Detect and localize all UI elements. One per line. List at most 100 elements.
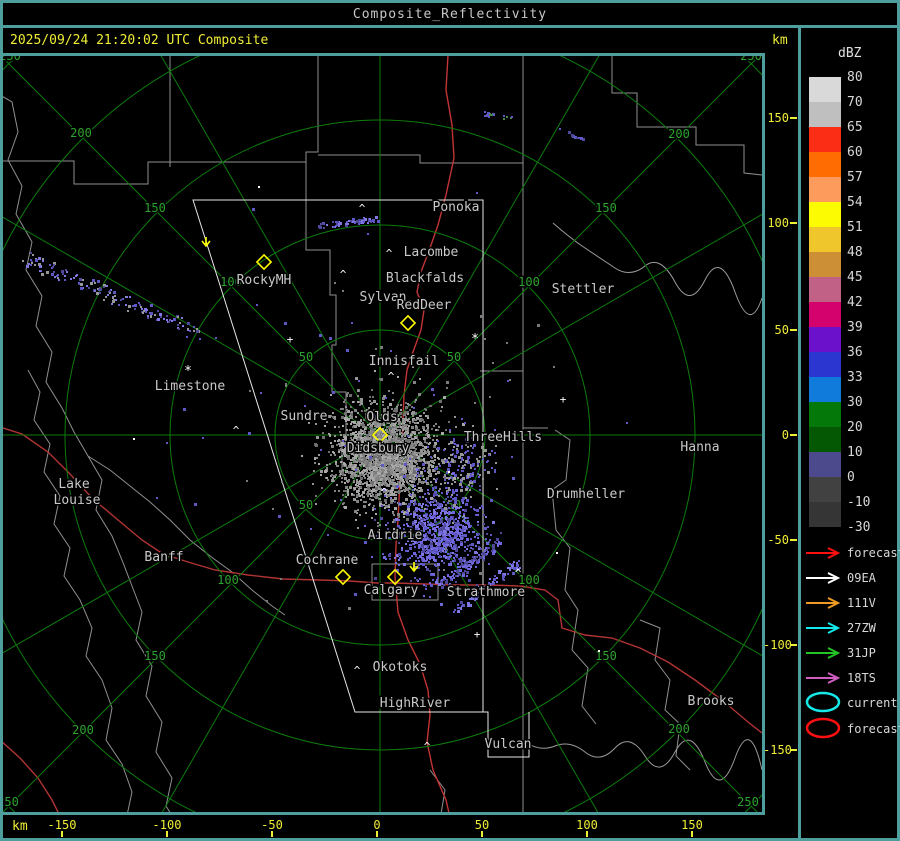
caret-marker-icon: ^	[386, 247, 393, 260]
dbz-swatch	[809, 377, 841, 402]
dbz-swatch	[809, 427, 841, 452]
dbz-scale-label: -10	[847, 495, 887, 510]
right-axis-unit: km	[772, 33, 788, 48]
city-label-louise: Louise	[54, 493, 101, 508]
county-boundary	[318, 155, 523, 163]
county-boundary	[88, 456, 285, 615]
range-ring-label: 200	[72, 723, 94, 737]
dbz-scale-label: 33	[847, 370, 887, 385]
county-boundary	[612, 56, 762, 175]
dbz-swatch	[809, 327, 841, 352]
radar-map-canvas[interactable]: 5050505010010010010015015015015020020020…	[3, 56, 762, 812]
bottom-axis-tick	[166, 831, 168, 837]
titlebar-separator	[0, 25, 900, 28]
dbz-scale-label: 60	[847, 145, 887, 160]
city-label-cochrane: Cochrane	[296, 553, 359, 568]
right-axis-tick	[790, 749, 797, 751]
dbz-swatch	[809, 252, 841, 277]
city-label-airdrie: Airdrie	[368, 528, 423, 543]
range-ring-label: 200	[668, 722, 690, 736]
city-label-blackfalds: Blackfalds	[386, 271, 464, 286]
right-axis-tick	[790, 222, 797, 224]
dbz-swatch	[809, 477, 841, 502]
legend-arrow-icon	[804, 621, 846, 635]
bottom-axis-tick-label: -150	[42, 818, 82, 832]
timestamp-label: 2025/09/24 21:20:02 UTC Composite	[10, 33, 268, 48]
county-boundary	[552, 430, 596, 724]
caret-marker-icon: ^	[424, 740, 431, 753]
bottom-axis-tick-label: 0	[357, 818, 397, 832]
city-label-sundre: Sundre	[281, 409, 328, 424]
radar-map-viewport[interactable]: 5050505010010010010015015015015020020020…	[0, 53, 765, 815]
dbz-scale-label: 45	[847, 270, 887, 285]
dbz-swatch	[809, 502, 841, 527]
legend-arrow-icon	[804, 546, 846, 560]
city-label-okotoks: Okotoks	[373, 660, 428, 675]
city-label-reddeer: RedDeer	[397, 298, 452, 313]
right-axis-tick-label: 0	[763, 428, 789, 442]
range-ring-label: 250	[3, 56, 21, 63]
range-ring-label: 250	[3, 795, 19, 809]
legend-label: 111V	[847, 596, 876, 610]
legend-arrow-icon	[804, 596, 846, 610]
bottom-axis-tick	[586, 831, 588, 837]
bottom-axis-tick-label: 100	[567, 818, 607, 832]
range-ring-label: 100	[518, 275, 540, 289]
caret-marker-icon: ^	[515, 567, 522, 580]
dbz-scale-label: 70	[847, 95, 887, 110]
legend-arrow-icon	[804, 571, 846, 585]
dbz-scale-label: 80	[847, 70, 887, 85]
city-label-limestone: Limestone	[155, 379, 226, 394]
right-axis-tick	[790, 117, 797, 119]
range-ring-label: 50	[299, 498, 313, 512]
city-label-calgary: Calgary	[364, 583, 419, 598]
bottom-axis-tick	[376, 831, 378, 837]
city-label-stettler: Stettler	[552, 282, 615, 297]
river-line	[553, 223, 762, 315]
caret-marker-icon: ^	[354, 664, 361, 677]
city-label-highriver: HighRiver	[380, 696, 451, 711]
range-ring-label: 200	[668, 127, 690, 141]
city-label-banff: Banff	[144, 550, 183, 565]
colorbar-title: dBZ	[838, 46, 861, 61]
city-label-olds: Olds	[366, 410, 397, 425]
dot-marker	[448, 471, 450, 473]
dbz-swatch	[809, 177, 841, 202]
bottom-axis-tick-label: 150	[672, 818, 712, 832]
legend-arrow-icon	[804, 671, 846, 685]
dbz-swatch	[809, 202, 841, 227]
dbz-scale-label: 54	[847, 195, 887, 210]
range-ring-label: 250	[737, 795, 759, 809]
city-label-vulcan: Vulcan	[485, 737, 532, 752]
dbz-scale-label: 36	[847, 345, 887, 360]
right-axis-tick	[790, 329, 797, 331]
right-axis-tick-label: -150	[763, 743, 789, 757]
caret-marker-icon: ^	[388, 370, 395, 383]
range-ring-label: 100	[217, 573, 239, 587]
star-marker-icon: *	[184, 364, 192, 379]
dbz-scale-label: 57	[847, 170, 887, 185]
legend-label: 27ZW	[847, 621, 876, 635]
city-label-innisfail: Innisfail	[369, 354, 439, 369]
right-axis-tick-label: 100	[763, 216, 789, 230]
dbz-scale-label: 10	[847, 445, 887, 460]
plus-marker-icon: +	[560, 393, 567, 406]
dbz-swatch	[809, 152, 841, 177]
bottom-axis-tick	[271, 831, 273, 837]
dbz-scale-label: 30	[847, 395, 887, 410]
river-line	[525, 740, 762, 780]
bottom-axis-unit: km	[12, 819, 28, 834]
dbz-swatch	[809, 402, 841, 427]
caret-marker-icon: ^	[340, 268, 347, 281]
legend-label: 18TS	[847, 671, 876, 685]
range-ring-label: 250	[740, 56, 762, 63]
city-label-didsbury: Didsbury	[347, 441, 410, 456]
bottom-axis-tick-label: -100	[147, 818, 187, 832]
dbz-scale-label: 20	[847, 420, 887, 435]
dbz-scale-label: 0	[847, 470, 887, 485]
dbz-swatch	[809, 102, 841, 127]
range-ring-label: 150	[595, 201, 617, 215]
dbz-swatch	[809, 127, 841, 152]
city-label-brooks: Brooks	[688, 694, 735, 709]
right-axis-tick-label: -50	[763, 533, 789, 547]
